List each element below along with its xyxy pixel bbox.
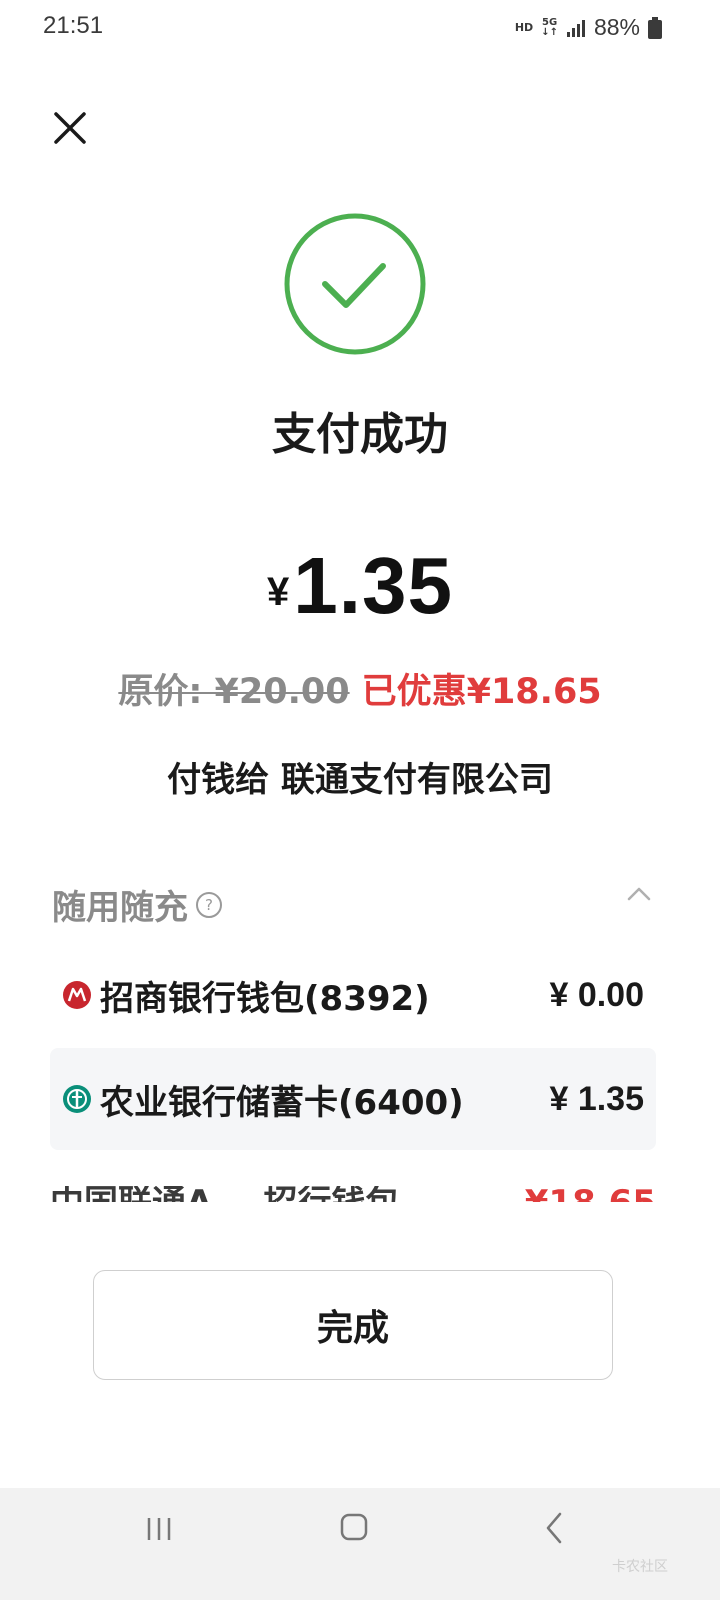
payment-row-abc[interactable]: 农业银行储蓄卡(6400) ¥ 1.35 (50, 1048, 656, 1150)
section-title: 随用随充 ? (52, 880, 222, 929)
system-nav-bar (0, 1488, 720, 1600)
payment-amount: ¥1.35 (0, 540, 720, 632)
chevron-up-icon[interactable] (626, 886, 652, 902)
payment-row-partial: 中国联通A... 招行钱包 ¥18.65 (50, 1186, 656, 1202)
price-summary: 原价: ¥20.00 已优惠¥18.65 (0, 663, 720, 714)
hd-indicator: HD (514, 21, 534, 34)
payment-row-left: 农业银行储蓄卡(6400) (62, 1075, 464, 1124)
watermark: 卡农社区 (612, 1559, 668, 1575)
battery-icon (648, 16, 662, 39)
payment-status-title: 支付成功 (272, 409, 448, 460)
payment-method-amount: ¥ 1.35 (549, 1079, 644, 1118)
battery-percent: 88% (593, 14, 640, 40)
status-time: 21:51 (43, 12, 104, 39)
done-button[interactable]: 完成 (93, 1270, 613, 1380)
status-indicators: HD 5G ↓↑ 88% (515, 14, 662, 41)
success-check-icon (284, 213, 426, 355)
abc-bank-icon (63, 1085, 91, 1113)
cmb-bank-icon (63, 981, 91, 1009)
back-icon[interactable] (544, 1512, 564, 1544)
payment-method-amount: ¥18.65 (525, 1186, 656, 1202)
payment-method-label: 农业银行储蓄卡(6400) (100, 1082, 464, 1123)
network-label: 5G (541, 16, 558, 28)
currency-symbol: ¥ (267, 570, 290, 614)
home-icon[interactable] (340, 1512, 368, 1542)
original-price: 原价: ¥20.00 (118, 672, 350, 712)
payment-row-cmb[interactable]: 招商银行钱包(8392) ¥ 0.00 (50, 944, 656, 1046)
close-icon[interactable] (50, 108, 90, 148)
payment-method-label: 招商银行钱包(8392) (100, 978, 430, 1019)
payment-method-label: 中国联通A... 招行钱包 (50, 1186, 400, 1202)
recent-apps-icon[interactable] (145, 1516, 173, 1542)
payee-text: 付钱给 联通支付有限公司 (167, 760, 553, 800)
section-title-text: 随用随充 (52, 888, 188, 928)
signal-icon (566, 19, 585, 37)
discount-amount: 已优惠¥18.65 (361, 672, 602, 712)
help-icon[interactable]: ? (196, 891, 222, 918)
payment-row-left: 招商银行钱包(8392) (62, 971, 430, 1020)
amount-value: 1.35 (293, 541, 453, 630)
payment-method-amount: ¥ 0.00 (549, 975, 644, 1014)
network-indicator: 5G ↓↑ (541, 16, 558, 38)
